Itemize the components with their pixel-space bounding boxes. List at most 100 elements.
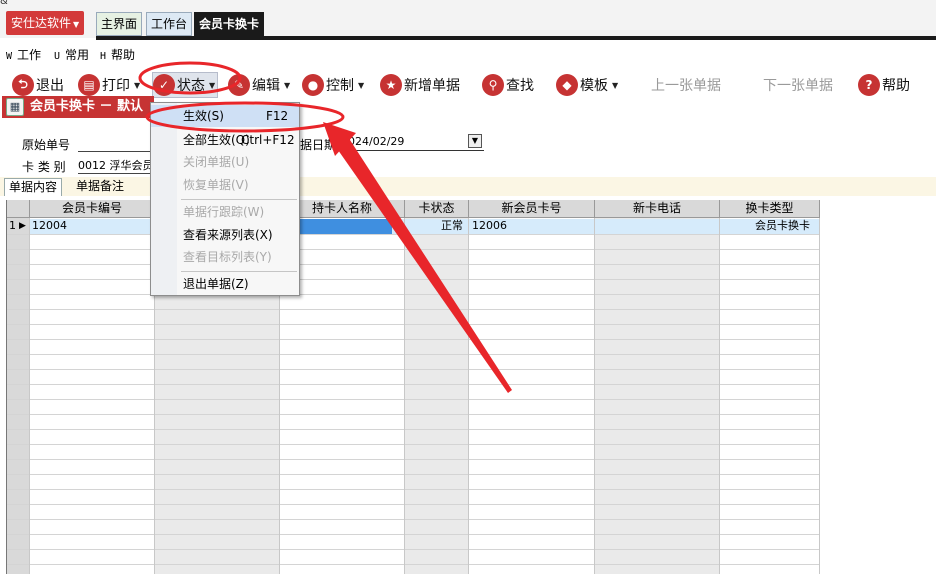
card-type-underline [78,173,150,174]
menu-work-label: 工作 [17,48,42,62]
header-card-status[interactable]: 卡状态 [405,200,469,218]
menu-common-label: 常用 [65,48,90,62]
card-type-value[interactable]: 0012 浮华会员 [78,157,154,173]
header-exchange-type[interactable]: 换卡类型 [720,200,820,218]
new-doc-button[interactable]: ★ 新增单据 [380,72,460,98]
caret-down-icon: ▼ [73,20,80,29]
doc-date-field[interactable]: 2024/02/29 ▼ [338,133,484,151]
cell-exchange-type[interactable]: 会员卡换卡 [755,219,810,233]
printer-icon: ▤ [78,74,100,96]
grid-col-line [594,218,595,574]
status-button[interactable]: ✓ 状态 ▼ [152,72,219,98]
menu-item-activate[interactable]: 生效(S) F12 [151,105,299,127]
row-number: 1 [9,219,16,232]
grid-row-line [7,414,820,415]
origin-no-field[interactable] [78,151,150,152]
edit-button[interactable]: ✎ 编辑 ▼ [228,72,290,98]
menu-item-exit-doc[interactable]: 退出单据(Z) [151,273,299,295]
find-label: 查找 [506,78,534,94]
header-new-card-no[interactable]: 新会员卡号 [469,200,595,218]
check-icon: ✓ [153,74,175,96]
next-doc-button[interactable]: 下一张单据 [763,72,833,98]
tab-underline [96,36,936,40]
menu-common[interactable]: U 常用 [54,46,89,63]
grid-row-line [7,324,820,325]
grid-row-line [7,459,820,460]
menu-item-view-source[interactable]: 查看来源列表(X) [151,224,299,246]
grid-col-line [468,218,469,574]
card-type-label: 卡 类 别 [22,160,66,174]
app-window: & 安仕达软件 ▼ 主界面 工作台 会员卡换卡 W 工作 U 常用 H 帮助 ⮌ 退出 ▤… [0,0,936,574]
grid-row-line [7,519,820,520]
cell-card-status[interactable]: 正常 [441,219,463,233]
cell-new-card-no[interactable]: 12006 [472,219,507,233]
grid-col-line [719,218,720,574]
menu-common-key: U [54,51,61,62]
header-new-card-phone[interactable]: 新卡电话 [595,200,720,218]
menu-item-restore-doc[interactable]: 恢复单据(V) [151,174,299,196]
grid-row-line [7,264,820,265]
menu-help[interactable]: H 帮助 [100,46,135,63]
tab-workbench[interactable]: 工作台 [146,12,193,36]
menu-work[interactable]: W 工作 [6,46,41,63]
menu-item-track-line[interactable]: 单据行跟踪(W) [151,201,299,223]
shaded-column-6 [595,200,720,574]
document-title: 会员卡换卡 － 默认分 [30,99,144,136]
app-menu-label: 安仕达软件 [11,16,72,30]
menu-item-close-doc[interactable]: 关闭单据(U) [151,151,299,173]
exit-button[interactable]: ⮌ 退出 [12,72,64,98]
new-doc-label: 新增单据 [404,78,460,94]
tab-bar: 安仕达软件 ▼ 主界面 工作台 会员卡换卡 [0,8,936,38]
control-label: 控制 [326,78,354,94]
control-button[interactable]: ● 控制 ▼ [302,72,364,98]
print-button[interactable]: ▤ 打印 ▼ [78,72,140,98]
eraser-icon: ◆ [556,74,578,96]
template-button[interactable]: ◆ 模板 ▼ [556,72,618,98]
subtab-remarks[interactable]: 单据备注 [72,178,128,196]
help-label: 帮助 [882,78,910,94]
grid-col-line [404,218,405,574]
app-menu-button[interactable]: 安仕达软件 ▼ [6,11,84,35]
row-header-column [7,200,30,574]
grid-row-line [7,444,820,445]
grid-row-line [7,249,820,250]
user-icon: ● [302,74,324,96]
subtab-content[interactable]: 单据内容 [4,178,63,196]
help-button[interactable]: ? 帮助 [858,72,910,98]
data-grid: 会员卡编号 持卡人名称 卡状态 新会员卡号 新卡电话 换卡类型 1 ▶ 1200… [6,200,820,574]
origin-no-label: 原始单号 [22,138,71,152]
subtab-bar: 单据内容 单据备注 [0,177,936,196]
cell-card-no[interactable]: 12004 [32,219,67,233]
doc-date-label: 据日期 [300,138,337,152]
menu-item-activate-label: 生效(S) [183,109,224,123]
grid-row-line [7,564,820,565]
prev-doc-button[interactable]: 上一张单据 [651,72,721,98]
grid-row-line [7,429,820,430]
dropdown-caret-icon: ▼ [209,80,216,90]
grid-row-line [7,234,820,235]
menu-separator [181,199,297,200]
grid-row-line [7,474,820,475]
find-button[interactable]: ⚲ 查找 [482,72,534,98]
menu-item-activate-all[interactable]: 全部生效(Q) Ctrl+F12 [151,129,299,151]
grid-row-line [7,504,820,505]
header-card-no[interactable]: 会员卡编号 [30,200,155,218]
menu-help-label: 帮助 [111,48,136,62]
tab-card-exchange[interactable]: 会员卡换卡 [194,12,265,36]
grid-col-line [29,218,30,574]
search-icon: ⚲ [482,74,504,96]
menu-work-key: W [6,51,13,62]
dropdown-caret-icon: ▼ [134,80,141,90]
grid-row-line [7,399,820,400]
tab-main[interactable]: 主界面 [96,12,143,36]
table-row[interactable]: 1 ▶ 12004 正常 12006 会员卡换卡 [7,219,820,234]
menu-item-view-target[interactable]: 查看目标列表(Y) [151,246,299,268]
status-label: 状态 [177,78,205,94]
grid-row-line [7,534,820,535]
pencil-icon: ✎ [228,74,250,96]
menu-bar: W 工作 U 常用 H 帮助 [0,42,936,64]
grid-row-line [7,354,820,355]
date-dropdown-icon[interactable]: ▼ [468,134,482,148]
grid-col-line [819,218,820,574]
menu-item-activate-all-label: 全部生效(Q) [183,133,250,147]
